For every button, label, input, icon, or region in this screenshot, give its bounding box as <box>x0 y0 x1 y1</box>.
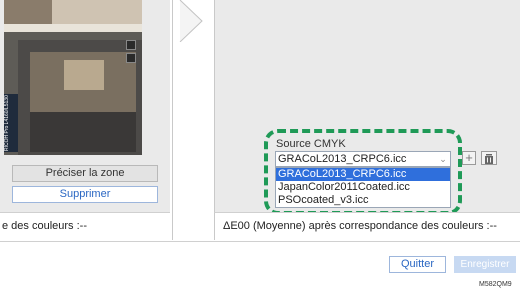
panel-divider <box>172 0 173 240</box>
highlight-callout <box>264 129 462 215</box>
quit-button[interactable]: Quitter <box>389 256 446 273</box>
image-badge-icon <box>126 40 136 50</box>
right-status-text: ΔE00 (Moyenne) après correspondance des … <box>214 212 520 240</box>
image-background-dark <box>4 0 52 24</box>
image-stripe <box>4 24 142 32</box>
delete-profile-button[interactable] <box>481 151 497 165</box>
image-badge-icon <box>126 53 136 63</box>
trash-icon <box>485 154 493 164</box>
specify-area-button[interactable]: Préciser la zone <box>12 165 158 182</box>
image-floor <box>30 112 136 152</box>
footer-divider <box>0 241 520 242</box>
preview-image: RICOH Pro L4160/L5130 <box>4 0 142 155</box>
figure-code: M582QM9 <box>479 281 512 288</box>
image-side-text: RICOH Pro L4160/L5130 <box>4 95 10 151</box>
arrow-right-icon <box>179 0 203 42</box>
add-profile-button[interactable]: + <box>462 151 476 165</box>
save-button[interactable]: Enregistrer <box>454 256 516 273</box>
delete-button[interactable]: Supprimer <box>12 186 158 203</box>
plus-icon: + <box>465 150 473 165</box>
image-light <box>64 60 104 90</box>
left-status-text: e des couleurs :-- <box>0 212 170 240</box>
